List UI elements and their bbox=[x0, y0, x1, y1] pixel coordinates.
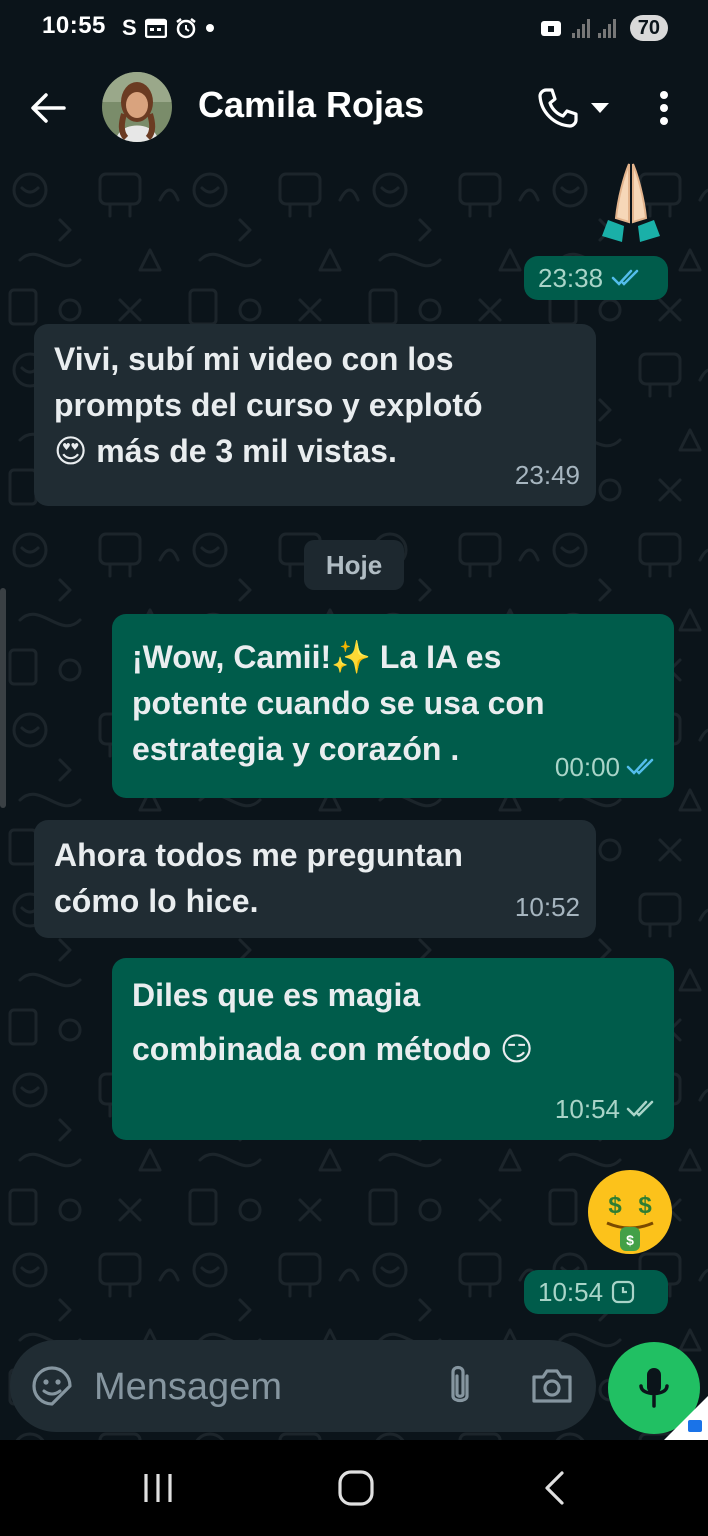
message-line: ¡Wow, Camii!✨ La IA es bbox=[132, 639, 502, 675]
system-nav-bar bbox=[0, 1440, 708, 1536]
double-check-icon bbox=[626, 1100, 654, 1117]
back-button[interactable] bbox=[24, 84, 72, 132]
message-time: 10:54 bbox=[538, 1276, 604, 1307]
status-time: 10:55 bbox=[42, 12, 106, 39]
call-button[interactable] bbox=[536, 84, 632, 132]
message-line: combinada con método 😏 bbox=[132, 1031, 534, 1067]
emoji-message[interactable] bbox=[594, 160, 668, 244]
incoming-message[interactable]: Vivi, subí mi video con los prompts del … bbox=[34, 324, 596, 506]
nav-back-icon bbox=[545, 1471, 564, 1505]
message-meta: 00:00 bbox=[555, 744, 658, 790]
date-divider: Hoje bbox=[304, 540, 404, 590]
status-system-icons: 70 bbox=[540, 12, 668, 44]
s-notification-icon: S bbox=[122, 15, 137, 40]
home-icon bbox=[338, 1470, 374, 1506]
message-line: cómo lo hice. bbox=[54, 883, 259, 919]
sticker-icon bbox=[32, 1366, 72, 1406]
message-line: Diles que es magia bbox=[132, 977, 421, 1013]
double-check-icon bbox=[626, 758, 654, 775]
contact-name[interactable]: Camila Rojas bbox=[198, 84, 424, 126]
dot-icon bbox=[205, 24, 214, 32]
message-time: 23:49 bbox=[514, 460, 580, 490]
camera-button[interactable] bbox=[526, 1362, 578, 1410]
message-composer bbox=[10, 1340, 596, 1432]
money-mouth-face-emoji-icon: $ $ $ bbox=[588, 1170, 672, 1254]
arrow-left-icon bbox=[31, 93, 66, 123]
battery-level: 70 bbox=[629, 15, 668, 41]
outgoing-message[interactable]: Diles que es magia combinada con método … bbox=[112, 958, 674, 1140]
svg-text:$: $ bbox=[608, 1192, 622, 1219]
chat-header: Camila Rojas bbox=[0, 56, 708, 160]
message-time: 10:52 bbox=[514, 892, 580, 922]
message-meta: 23:49 bbox=[515, 452, 580, 498]
paperclip-icon bbox=[451, 1365, 469, 1403]
emoji-button[interactable] bbox=[28, 1362, 76, 1410]
attach-button[interactable] bbox=[436, 1362, 484, 1410]
chat-area[interactable]: 23:38 Vivi, subí mi video con los prompt… bbox=[0, 160, 708, 1440]
message-line: Ahora todos me preguntan bbox=[54, 837, 463, 873]
alarm-icon bbox=[175, 18, 196, 39]
message-time: 00:00 bbox=[554, 752, 620, 782]
phone-icon bbox=[538, 88, 578, 128]
emoji-message[interactable]: $ $ $ bbox=[584, 1166, 676, 1258]
nav-recents-button[interactable] bbox=[128, 1460, 188, 1516]
message-meta: 10:52 bbox=[515, 884, 580, 930]
message-time-pill: 10:54 bbox=[524, 1270, 668, 1314]
message-time: 10:54 bbox=[554, 1094, 620, 1124]
message-line: potente cuando se usa con bbox=[132, 685, 545, 721]
caret-down-icon bbox=[591, 103, 609, 113]
signal-icon bbox=[571, 19, 616, 38]
svg-text:$: $ bbox=[638, 1192, 652, 1219]
scroll-indicator[interactable] bbox=[0, 588, 6, 808]
nav-back-button[interactable] bbox=[524, 1460, 584, 1516]
message-time-pill: 23:38 bbox=[524, 256, 668, 300]
status-bar: 10:55 S 70 bbox=[0, 0, 708, 56]
calendar-notification-icon bbox=[144, 18, 167, 38]
incoming-message[interactable]: Ahora todos me preguntan cómo lo hice. 1… bbox=[34, 820, 596, 938]
praying-hands-emoji-icon bbox=[602, 163, 660, 242]
avatar[interactable] bbox=[102, 72, 172, 142]
status-notification-icons: S bbox=[122, 12, 215, 44]
message-input[interactable] bbox=[92, 1356, 416, 1418]
floating-badge-icon bbox=[664, 1396, 708, 1440]
clock-icon bbox=[611, 1280, 635, 1304]
nav-home-button[interactable] bbox=[326, 1460, 386, 1516]
message-line: Vivi, subí mi video con los bbox=[54, 341, 454, 377]
outgoing-message[interactable]: ¡Wow, Camii!✨ La IA es potente cuando se… bbox=[112, 614, 674, 798]
message-time: 23:38 bbox=[538, 262, 604, 293]
message-indicator-icon bbox=[540, 21, 561, 36]
camera-icon bbox=[532, 1369, 572, 1403]
more-options-button[interactable] bbox=[644, 84, 684, 132]
message-line: prompts del curso y explotó bbox=[54, 387, 483, 423]
kebab-menu-icon bbox=[660, 91, 668, 125]
svg-text:$: $ bbox=[626, 1232, 634, 1248]
double-check-icon bbox=[611, 269, 639, 286]
message-meta: 10:54 bbox=[555, 1086, 658, 1132]
recents-icon bbox=[144, 1474, 172, 1502]
message-line: 😍 más de 3 mil vistas. bbox=[54, 433, 397, 469]
